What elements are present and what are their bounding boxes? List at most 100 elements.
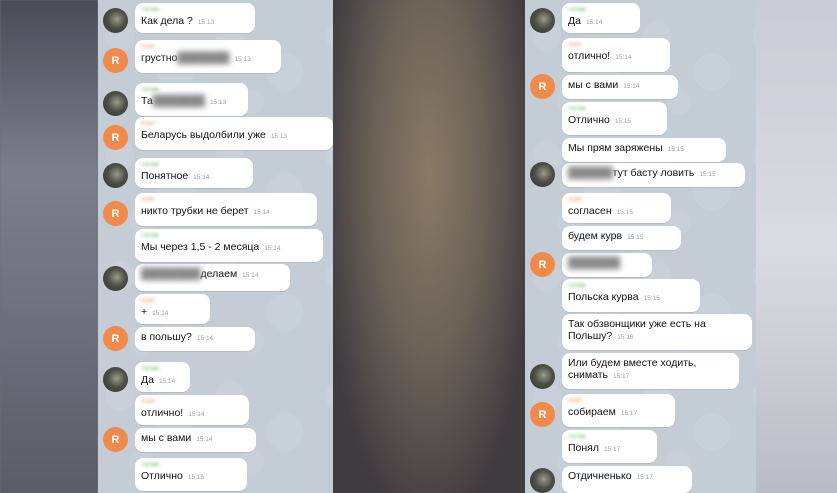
sender-avatar-letter[interactable]: R [103, 326, 128, 351]
redacted-text: ███████ [177, 52, 230, 64]
message-bubble[interactable]: Rutin отлично! 15:14 [135, 395, 249, 425]
message-text-visible: Или будем вместе ходить, снимать [568, 357, 697, 381]
message-bubble[interactable]: Rutin согласен 15:15 [562, 193, 671, 223]
message-text: Да 15:14 [568, 15, 634, 29]
message-text: будем курв 15:15 [568, 230, 675, 244]
message-bubble[interactable]: Гоглак Понятное 15:14 [135, 158, 253, 188]
message-bubble[interactable]: Гоглак Та███████ 15:13 [135, 83, 248, 116]
message-text-visible: Отлично [568, 114, 610, 126]
message-bubble[interactable]: Гоглак Да 15:14 [562, 3, 640, 33]
sender-avatar-photo[interactable] [530, 8, 555, 33]
sender-name[interactable]: Rutin [141, 399, 243, 406]
message-bubble[interactable]: Мы прям заряжены 15:15 [562, 138, 726, 162]
message-bubble[interactable]: Гоглак Да 15:14 [135, 362, 190, 392]
sender-avatar-photo[interactable] [103, 266, 128, 291]
sender-avatar-letter[interactable]: R [103, 125, 128, 150]
message-bubble[interactable]: Или будем вместе ходить, снимать 15:17 [562, 353, 739, 389]
message-text: +15:14 [141, 306, 204, 320]
message-text-visible: будем курв [568, 230, 623, 242]
sender-name[interactable]: Гоглак [141, 233, 317, 240]
message-text-visible: + [141, 306, 148, 318]
message-text-visible: Польска курва [568, 291, 639, 303]
message-timestamp: 15:16 [617, 334, 634, 341]
message-text: грустно███████ 15:13 [141, 52, 275, 66]
sender-avatar-photo[interactable] [103, 91, 128, 116]
message-timestamp: 15:13 [270, 133, 288, 140]
message-bubble[interactable]: Гоглак Понял 15:17 [562, 430, 657, 463]
message-timestamp: 15:15 [627, 234, 644, 241]
sender-name[interactable]: Гоглак [141, 87, 242, 94]
sender-avatar-photo[interactable] [530, 364, 555, 389]
message-bubble[interactable]: Отдичненько 15:17 [562, 466, 692, 493]
sender-avatar-letter[interactable]: R [530, 74, 555, 99]
sender-avatar-photo[interactable] [103, 367, 128, 392]
message-bubble[interactable]: ██████тут басту ловить 15:15 [562, 163, 745, 187]
sender-avatar-letter[interactable]: R [530, 402, 555, 427]
message-bubble[interactable]: Rutin Беларусь выдолбили уже 15:13 [135, 117, 333, 150]
message-text-visible: собираем [568, 406, 616, 418]
message-timestamp: 15:15 [667, 146, 684, 153]
sender-name[interactable]: Гоглак [568, 106, 661, 113]
sender-name[interactable]: Rutin [141, 44, 275, 51]
message-bubble[interactable]: мы с вами 15:14 [135, 428, 256, 452]
sender-avatar-letter[interactable]: R [103, 48, 128, 73]
message-timestamp: 15:15 [614, 118, 632, 125]
message-text: мы с вами 15:14 [568, 79, 672, 93]
message-bubble[interactable]: Rutin грустно███████ 15:13 [135, 40, 281, 73]
message-timestamp: 15:14 [196, 436, 213, 443]
message-bubble[interactable]: Так обзвонщики уже есть на Польшу? 15:16 [562, 314, 752, 350]
message-bubble[interactable]: Rutin никто трубки не берет 15:14 [135, 193, 317, 226]
message-text-visible: Понял [568, 442, 599, 454]
message-timestamp: 15:15 [187, 474, 205, 481]
sender-name[interactable]: Гоглак [141, 462, 241, 469]
message-text: Понял 15:17 [568, 442, 651, 456]
message-text: Мы через 1,5 - 2 месяца 15:14 [141, 241, 317, 255]
message-bubble[interactable]: мы с вами 15:14 [562, 75, 678, 99]
sender-avatar-letter[interactable]: R [530, 252, 555, 277]
message-timestamp: 15:13 [197, 19, 215, 26]
message-bubble[interactable]: Гоглак Отлично 15:15 [135, 458, 247, 491]
message-text-visible: грустно [141, 52, 178, 64]
message-text-visible: делаем [200, 268, 238, 280]
message-text-visible: Беларусь выдолбили уже [141, 129, 266, 141]
sender-name[interactable]: Гоглак [568, 7, 634, 14]
message-timestamp: 15:14 [253, 209, 270, 216]
message-bubble[interactable]: Rutin отлично! 15:14 [562, 38, 670, 72]
sender-name[interactable]: Rutin [568, 42, 664, 49]
message-text-visible: отлично! [568, 50, 611, 62]
chat-screenshot-left: Гоглак Как дела ? 15:13 R Rutin грустно██████… [98, 0, 333, 493]
sender-avatar-letter[interactable]: R [103, 427, 128, 452]
message-text: ██████тут басту ловить 15:15 [568, 167, 739, 181]
sender-name[interactable]: Rutin [568, 197, 665, 204]
message-bubble[interactable]: будем курв 15:15 [562, 226, 681, 250]
sender-avatar-photo[interactable] [530, 468, 555, 493]
message-text: Или будем вместе ходить, снимать 15:17 [568, 357, 733, 383]
message-text-visible: Да [141, 374, 154, 386]
message-bubble[interactable]: Гоглак Отлично 15:15 [562, 102, 667, 135]
message-bubble[interactable]: ████████делаем 15:14 [135, 264, 290, 291]
sender-avatar-photo[interactable] [103, 8, 128, 33]
message-bubble[interactable]: Гоглак Как дела ? 15:13 [135, 3, 255, 33]
message-text: ████████делаем 15:14 [141, 268, 284, 282]
sender-name[interactable]: Rutin [141, 121, 327, 128]
sender-name[interactable]: Гоглак [141, 7, 249, 14]
sender-name[interactable]: Гоглак [568, 434, 651, 441]
message-bubble[interactable]: Гоглак Польска курва 15:16 [562, 279, 700, 312]
message-bubble[interactable]: Rutin +15:14 [135, 294, 210, 324]
message-bubble[interactable]: Гоглак Мы через 1,5 - 2 месяца 15:14 [135, 229, 323, 262]
sender-name[interactable]: Гоглак [141, 366, 184, 373]
sender-name[interactable]: Rutin [141, 197, 311, 204]
sender-avatar-letter[interactable]: R [103, 201, 128, 226]
sender-name[interactable]: Rutin [568, 398, 669, 405]
sender-avatar-photo[interactable] [103, 163, 128, 188]
message-bubble[interactable]: в польшу? 15:14 [135, 327, 255, 351]
sender-name[interactable]: Rutin [141, 298, 204, 305]
message-timestamp: 15:14 [585, 19, 603, 26]
message-bubble[interactable]: Rutin собираем 15:17 [562, 394, 675, 427]
sender-name[interactable]: Гоглак [568, 283, 694, 290]
message-timestamp: 15:14 [242, 272, 259, 279]
sender-name[interactable]: Гоглак [141, 162, 247, 169]
sender-avatar-photo[interactable] [530, 162, 555, 187]
message-bubble[interactable]: ███████ [562, 253, 652, 277]
message-timestamp: 15:14 [196, 335, 214, 342]
